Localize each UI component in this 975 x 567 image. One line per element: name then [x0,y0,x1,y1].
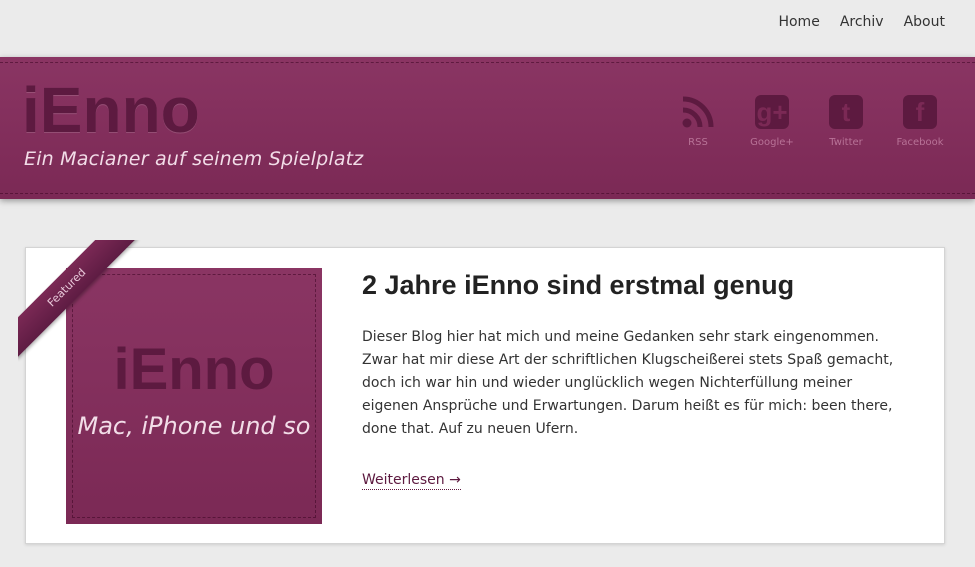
social-facebook[interactable]: f Facebook [895,95,945,148]
social-twitter[interactable]: t Twitter [821,95,871,148]
top-nav: Home Archiv About [778,0,945,44]
post-excerpt: Dieser Blog hier hat mich und meine Geda… [362,329,894,437]
read-more-link[interactable]: Weiterlesen → [362,472,461,490]
social-rss[interactable]: RSS [673,95,723,148]
nav-archiv[interactable]: Archiv [840,14,884,30]
social-links: RSS g+ Google+ t Twitter f Facebook [673,95,945,148]
site-header: iEnno Ein Macianer auf seinem Spielplatz… [0,57,975,199]
rss-icon [681,95,715,129]
nav-about[interactable]: About [904,14,945,30]
featured-badge: Featured [18,240,138,359]
social-twitter-label: Twitter [829,137,863,148]
social-google-plus[interactable]: g+ Google+ [747,95,797,148]
twitter-icon: t [829,95,863,129]
facebook-icon: f [903,95,937,129]
google-plus-icon: g+ [755,95,789,129]
featured-ribbon: Featured [18,240,148,370]
social-facebook-label: Facebook [896,137,944,148]
featured-post: iEnno Mac, iPhone und so Featured 2 Jahr… [18,240,945,544]
post-title[interactable]: 2 Jahre iEnno sind erstmal genug [362,270,794,301]
site-tagline: Ein Macianer auf seinem Spielplatz [24,148,364,170]
nav-home[interactable]: Home [778,14,819,30]
thumbnail-subtitle: Mac, iPhone und so [77,412,311,440]
site-title[interactable]: iEnno [22,75,200,145]
social-google-plus-label: Google+ [750,137,794,148]
social-rss-label: RSS [688,137,708,148]
